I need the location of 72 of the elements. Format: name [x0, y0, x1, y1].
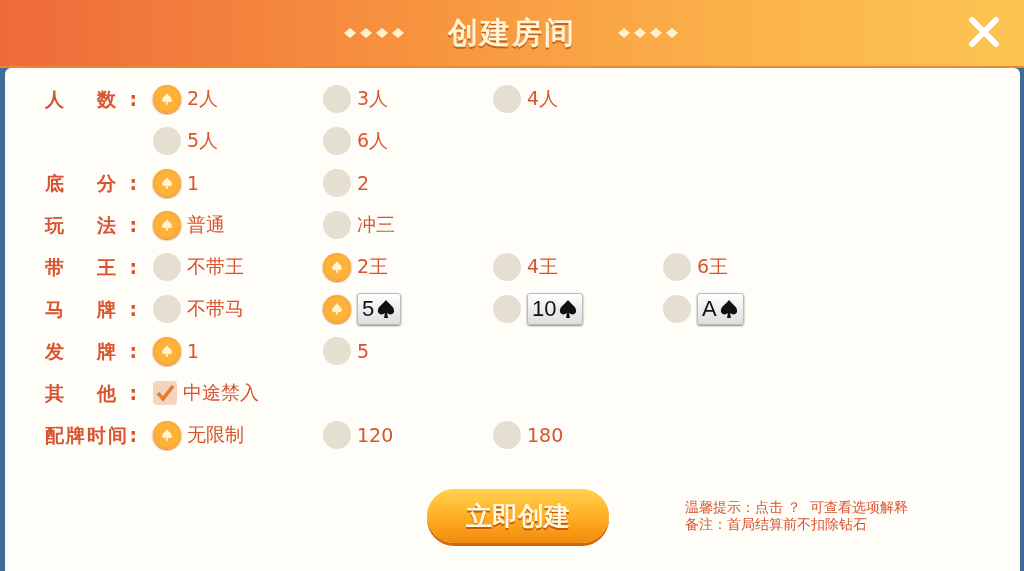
option-label[interactable]: 120	[357, 424, 394, 446]
setting-label: 其 他:	[45, 381, 137, 406]
option-label[interactable]: 6王	[697, 254, 729, 280]
setting-label: 人 数:	[45, 87, 137, 112]
checkbox[interactable]	[153, 381, 177, 405]
radio-button[interactable]	[493, 421, 521, 449]
card-rank: A	[702, 296, 717, 322]
radio-button[interactable]	[153, 127, 181, 155]
option-label[interactable]: 不带马	[187, 296, 244, 322]
option-label[interactable]: 1	[187, 172, 200, 194]
option-label[interactable]: 4王	[527, 254, 559, 280]
radio-button[interactable]	[323, 337, 351, 365]
radio-button[interactable]	[153, 295, 181, 323]
setting-label: 发 牌:	[45, 339, 137, 364]
option-label[interactable]: 3人	[357, 86, 389, 112]
spade-icon	[718, 299, 739, 319]
radio-button[interactable]	[493, 295, 521, 323]
radio-button[interactable]	[153, 253, 181, 281]
option-label[interactable]: 普通	[187, 212, 225, 238]
radio-button[interactable]	[493, 253, 521, 281]
option-label[interactable]: 5人	[187, 128, 219, 154]
radio-button[interactable]	[323, 421, 351, 449]
radio-button[interactable]	[153, 421, 181, 449]
playing-card[interactable]: A	[697, 293, 744, 325]
option-label[interactable]: 不带王	[187, 254, 244, 280]
option-label[interactable]: 无限制	[187, 422, 244, 448]
option-label[interactable]: 2	[357, 172, 370, 194]
card-rank: 5	[362, 296, 375, 322]
radio-button[interactable]	[153, 211, 181, 239]
radio-button[interactable]	[323, 127, 351, 155]
radio-button[interactable]	[323, 85, 351, 113]
option-label[interactable]: 2王	[357, 254, 389, 280]
setting-label: 玩 法:	[45, 213, 137, 238]
close-icon	[966, 14, 1002, 50]
option-label[interactable]: 2人	[187, 86, 219, 112]
playing-card[interactable]: 5	[357, 293, 402, 325]
note-text: 温馨提示：点击 ？ 可查看选项解释	[685, 499, 909, 516]
window-title: 创建房间	[448, 13, 576, 52]
setting-label: 配牌时间:	[45, 423, 137, 448]
spade-icon	[331, 261, 343, 273]
setting-label: 底 分:	[45, 171, 137, 196]
note-text: 备注：首局结算前不扣除钻石	[685, 516, 868, 533]
spade-icon	[376, 299, 397, 319]
radio-button[interactable]	[153, 169, 181, 197]
option-label[interactable]: 180	[527, 424, 564, 446]
check-icon	[155, 383, 175, 403]
option-label[interactable]: 5	[357, 340, 370, 362]
spade-icon	[161, 429, 173, 441]
card-rank: 10	[532, 296, 557, 322]
setting-label: 马 牌:	[45, 297, 137, 322]
radio-button[interactable]	[663, 295, 691, 323]
option-label[interactable]: 4人	[527, 86, 559, 112]
setting-label: 带 王:	[45, 255, 137, 280]
spade-icon	[558, 299, 579, 319]
playing-card[interactable]: 10	[527, 293, 584, 325]
option-label[interactable]: 中途禁入	[183, 380, 259, 406]
radio-button[interactable]	[153, 337, 181, 365]
spade-icon	[161, 177, 173, 189]
spade-icon	[331, 303, 343, 315]
radio-button[interactable]	[493, 85, 521, 113]
radio-button[interactable]	[323, 169, 351, 197]
option-label[interactable]: 冲三	[357, 212, 395, 238]
radio-button[interactable]	[323, 253, 351, 281]
option-label[interactable]: 6人	[357, 128, 389, 154]
spade-icon	[161, 219, 173, 231]
radio-button[interactable]	[153, 85, 181, 113]
radio-button[interactable]	[323, 211, 351, 239]
radio-button[interactable]	[663, 253, 691, 281]
radio-button[interactable]	[323, 295, 351, 323]
spade-icon	[161, 345, 173, 357]
spade-icon	[161, 93, 173, 105]
option-label[interactable]: 1	[187, 340, 200, 362]
